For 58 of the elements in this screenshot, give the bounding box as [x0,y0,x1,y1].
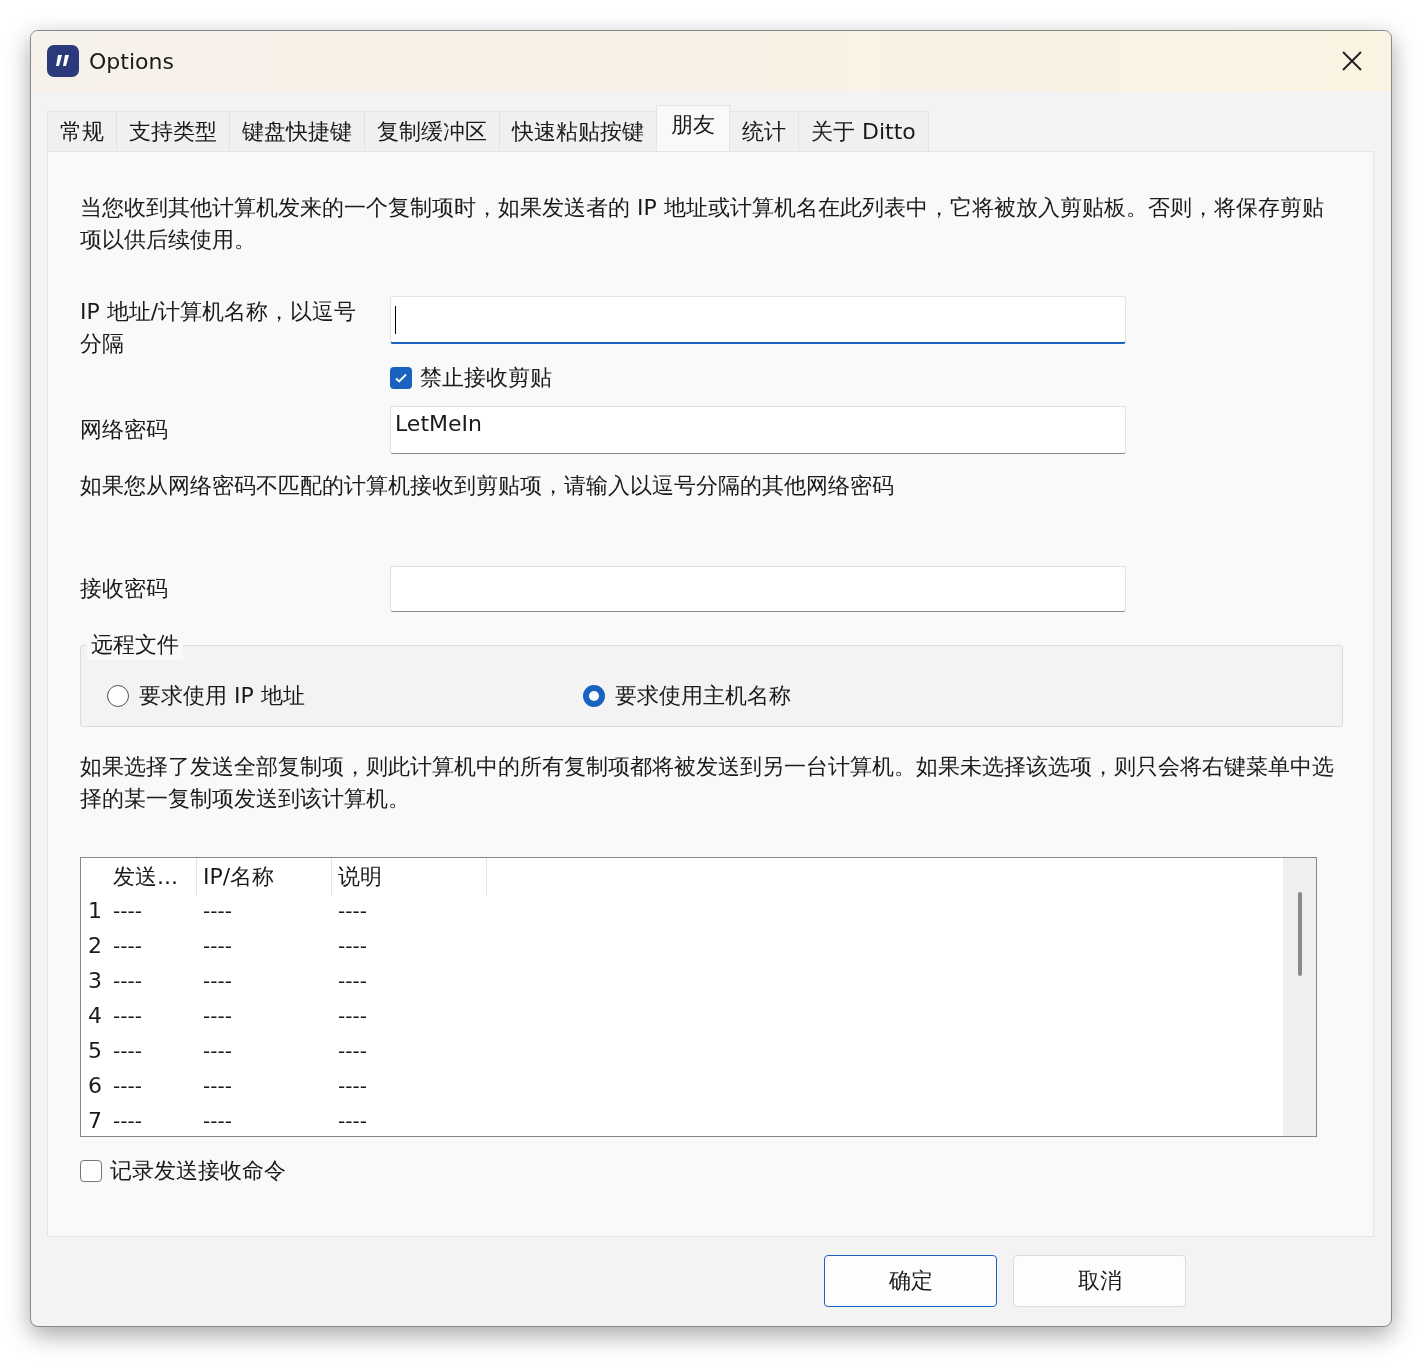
row-number: 4 [87,1002,103,1030]
row-number: 5 [87,1037,103,1065]
table-cell-text: ---- [112,1072,143,1100]
checkbox-label: 禁止接收剪贴 [420,364,552,392]
table-cell-text: ---- [112,897,143,925]
scrollbar[interactable] [1283,858,1316,1136]
checkbox[interactable] [390,367,412,389]
row-number: 7 [87,1107,103,1135]
table-cell-text: ---- [202,1002,233,1030]
group-title: 远程文件 [87,630,183,660]
row-number: 6 [87,1072,103,1100]
input-field[interactable] [390,566,1126,612]
table-cell-text: ---- [112,1107,143,1135]
radio-button[interactable] [107,685,129,707]
input-field[interactable] [390,296,1126,344]
field-label: IP 地址/计算机名称，以逗号分隔 [80,298,358,358]
note-text: 如果选择了发送全部复制项，则此计算机中的所有复制项都将被发送到另一台计算机。如果未选择该选项，则只会将右键菜单中选择的某一复制项发送到该计算机。 [80,753,1335,813]
table-cell-text: ---- [337,932,368,960]
close-icon [1341,50,1363,72]
table-cell-text: ---- [202,967,233,995]
tab[interactable]: 关于 Ditto [798,111,929,151]
checkbox[interactable] [80,1160,102,1182]
field-label: 网络密码 [80,416,169,444]
dialog-button[interactable]: 确定 [824,1255,997,1307]
table-cell-text: ---- [337,1072,368,1100]
column-header[interactable]: 说明 [332,858,487,896]
row-number: 1 [87,897,103,925]
radio-label: 要求使用主机名称 [615,682,791,710]
column-header[interactable]: 发送... [107,858,197,896]
table-cell-text: ---- [337,1002,368,1030]
checkbox-label: 记录发送接收命令 [110,1157,286,1185]
hint-text: 如果您从网络密码不匹配的计算机接收到剪贴项，请输入以逗号分隔的其他网络密码 [80,472,895,500]
table-cell-text: ---- [202,1037,233,1065]
field-label: 接收密码 [80,575,169,603]
radio-label: 要求使用 IP 地址 [139,682,305,710]
table-cell-text: ---- [202,1072,233,1100]
row-number: 2 [87,932,103,960]
table-cell-text: ---- [112,932,143,960]
table-cell-text: ---- [112,1037,143,1065]
input-field[interactable]: LetMeIn [390,406,1126,454]
table-cell-text: ---- [337,897,368,925]
radio-button[interactable] [583,685,605,707]
column-header[interactable]: IP/名称 [197,858,332,896]
dialog-button[interactable]: 取消 [1013,1255,1186,1307]
table-cell-text: ---- [112,967,143,995]
table-cell-text: ---- [202,1107,233,1135]
intro-text: 当您收到其他计算机发来的一个复制项时，如果发送者的 IP 地址或计算机名在此列表中，它将被放入剪贴板。否则，将保存剪贴项以供后续使用。 [80,194,1325,254]
window-title: Options [89,48,175,74]
tab[interactable]: 朋友 [656,105,730,151]
tab[interactable]: 常规 [47,111,117,151]
table-cell-text: ---- [337,1107,368,1135]
table-cell-text: ---- [337,1037,368,1065]
table-cell-text: ---- [202,897,233,925]
table-cell-text: ---- [337,967,368,995]
table-cell-text: ---- [112,1002,143,1030]
row-number: 3 [87,967,103,995]
table-cell-text: ---- [202,932,233,960]
app-logo-icon [47,45,79,77]
